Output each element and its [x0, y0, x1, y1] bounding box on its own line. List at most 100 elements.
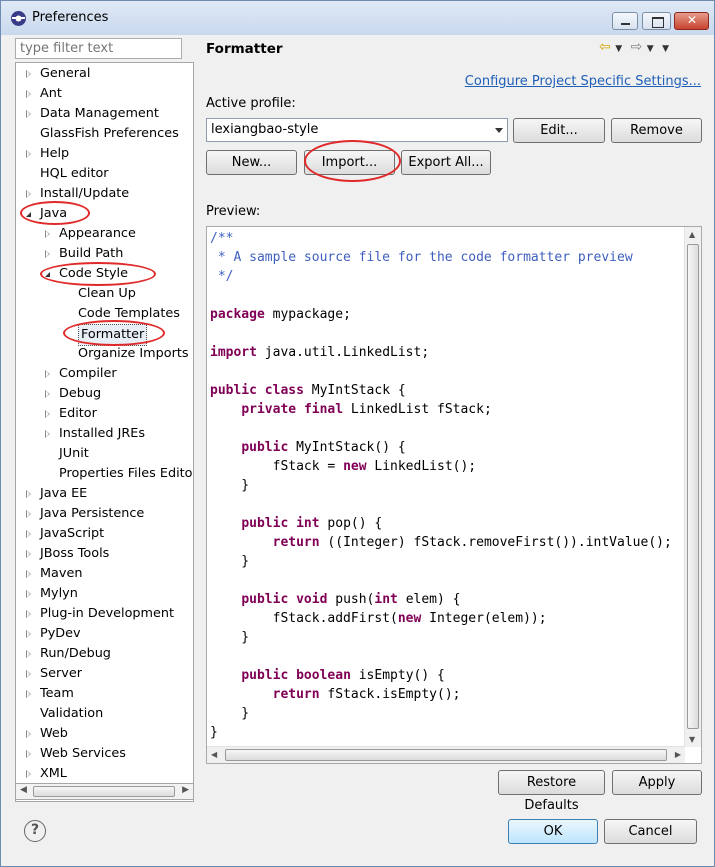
tree-item[interactable]: Web: [16, 724, 193, 744]
tree-item[interactable]: Ant: [16, 84, 193, 104]
chevron-down-icon[interactable]: ▼: [647, 44, 654, 54]
help-icon[interactable]: ?: [24, 820, 46, 842]
collapsed-twisty-icon[interactable]: [45, 410, 50, 418]
scroll-left-icon[interactable]: ◀: [211, 750, 217, 759]
collapsed-twisty-icon[interactable]: [45, 390, 50, 398]
collapsed-twisty-icon[interactable]: [26, 750, 31, 758]
tree-item[interactable]: Install/Update: [16, 184, 193, 204]
preview-horizontal-scrollbar[interactable]: ◀ ▶: [207, 746, 685, 763]
tree-item[interactable]: Editor: [16, 404, 193, 424]
collapsed-twisty-icon[interactable]: [26, 650, 31, 658]
collapsed-twisty-icon[interactable]: [26, 530, 31, 538]
remove-button[interactable]: Remove: [611, 118, 702, 143]
collapsed-twisty-icon[interactable]: [45, 250, 50, 258]
tree-item[interactable]: Maven: [16, 564, 193, 584]
tree-item[interactable]: Debug: [16, 384, 193, 404]
chevron-down-icon[interactable]: ▼: [615, 44, 622, 54]
tree-item[interactable]: XML: [16, 764, 193, 784]
maximize-button[interactable]: [642, 12, 671, 30]
forward-arrow-icon[interactable]: ⇨: [631, 39, 643, 55]
collapsed-twisty-icon[interactable]: [26, 90, 31, 98]
edit-button[interactable]: Edit...: [513, 118, 605, 143]
collapsed-twisty-icon[interactable]: [26, 770, 31, 778]
new-button[interactable]: New...: [206, 150, 297, 175]
apply-button[interactable]: Apply: [612, 770, 702, 795]
tree-item[interactable]: Java EE: [16, 484, 193, 504]
tree-item[interactable]: Installed JREs: [16, 424, 193, 444]
collapsed-twisty-icon[interactable]: [26, 490, 31, 498]
collapsed-twisty-icon[interactable]: [45, 430, 50, 438]
tree-item[interactable]: GlassFish Preferences: [16, 124, 193, 144]
scroll-down-icon[interactable]: ▼: [689, 735, 695, 744]
collapsed-twisty-icon[interactable]: [26, 610, 31, 618]
tree-item[interactable]: Java: [16, 204, 193, 224]
chevron-down-icon[interactable]: [495, 128, 503, 133]
tree-item[interactable]: Organize Imports: [16, 344, 193, 364]
tree-item[interactable]: Data Management: [16, 104, 193, 124]
tree-item[interactable]: Formatter: [16, 324, 193, 346]
preference-tree[interactable]: General Ant Data Management GlassFish Prefe…: [15, 62, 194, 802]
tree-item[interactable]: Team: [16, 684, 193, 704]
tree-item[interactable]: Properties Files Edito: [16, 464, 193, 484]
view-menu-icon[interactable]: ▼: [662, 44, 669, 54]
tree-item[interactable]: Web Services: [16, 744, 193, 764]
tree-item[interactable]: Plug-in Development: [16, 604, 193, 624]
tree-item[interactable]: Run/Debug: [16, 644, 193, 664]
minimize-button[interactable]: [612, 12, 638, 30]
tree-item[interactable]: PyDev: [16, 624, 193, 644]
tree-item[interactable]: Mylyn: [16, 584, 193, 604]
filter-input[interactable]: [15, 38, 182, 59]
tree-item[interactable]: Help: [16, 144, 193, 164]
code-preview[interactable]: /** * A sample source file for the code …: [206, 226, 702, 764]
scroll-thumb[interactable]: [225, 749, 667, 761]
import-button[interactable]: Import...: [304, 150, 395, 175]
code-token: Integer(elem));: [421, 611, 547, 626]
collapsed-twisty-icon[interactable]: [26, 150, 31, 158]
collapsed-twisty-icon[interactable]: [26, 190, 31, 198]
scroll-thumb[interactable]: [687, 244, 699, 729]
configure-project-link[interactable]: Configure Project Specific Settings...: [465, 74, 701, 89]
ok-button[interactable]: OK: [508, 819, 598, 844]
tree-item[interactable]: Compiler: [16, 364, 193, 384]
tree-item[interactable]: Server: [16, 664, 193, 684]
tree-item[interactable]: Code Templates: [16, 304, 193, 324]
restore-defaults-button[interactable]: Restore Defaults: [498, 770, 605, 813]
scroll-right-icon[interactable]: ▶: [675, 750, 681, 759]
tree-item[interactable]: Build Path: [16, 244, 193, 264]
expanded-twisty-icon[interactable]: [45, 272, 50, 277]
tree-horizontal-scrollbar[interactable]: ◀ ▶: [15, 783, 194, 800]
collapsed-twisty-icon[interactable]: [26, 110, 31, 118]
collapsed-twisty-icon[interactable]: [26, 70, 31, 78]
collapsed-twisty-icon[interactable]: [26, 690, 31, 698]
collapsed-twisty-icon[interactable]: [45, 230, 50, 238]
tree-item[interactable]: Java Persistence: [16, 504, 193, 524]
tree-item[interactable]: HQL editor: [16, 164, 193, 184]
collapsed-twisty-icon[interactable]: [26, 570, 31, 578]
collapsed-twisty-icon[interactable]: [26, 590, 31, 598]
cancel-button[interactable]: Cancel: [604, 819, 697, 844]
expanded-twisty-icon[interactable]: [26, 212, 31, 217]
tree-item[interactable]: JUnit: [16, 444, 193, 464]
scroll-right-icon[interactable]: ▶: [182, 785, 189, 795]
tree-item[interactable]: JavaScript: [16, 524, 193, 544]
tree-item[interactable]: JBoss Tools: [16, 544, 193, 564]
collapsed-twisty-icon[interactable]: [45, 370, 50, 378]
back-arrow-icon[interactable]: ⇦: [599, 39, 611, 55]
close-button[interactable]: [674, 12, 709, 30]
tree-item[interactable]: Clean Up: [16, 284, 193, 304]
collapsed-twisty-icon[interactable]: [26, 630, 31, 638]
collapsed-twisty-icon[interactable]: [26, 550, 31, 558]
export-all-button[interactable]: Export All...: [401, 150, 491, 175]
collapsed-twisty-icon[interactable]: [26, 510, 31, 518]
tree-item[interactable]: Appearance: [16, 224, 193, 244]
scroll-thumb[interactable]: [33, 786, 175, 797]
tree-item[interactable]: General: [16, 64, 193, 84]
scroll-left-icon[interactable]: ◀: [20, 785, 27, 795]
collapsed-twisty-icon[interactable]: [26, 730, 31, 738]
tree-item[interactable]: Code Style: [16, 264, 193, 284]
collapsed-twisty-icon[interactable]: [26, 670, 31, 678]
profile-select[interactable]: lexiangbao-style: [206, 118, 508, 142]
preview-vertical-scrollbar[interactable]: ▲ ▼: [684, 227, 701, 747]
tree-item[interactable]: Validation: [16, 704, 193, 724]
scroll-up-icon[interactable]: ▲: [689, 230, 695, 239]
